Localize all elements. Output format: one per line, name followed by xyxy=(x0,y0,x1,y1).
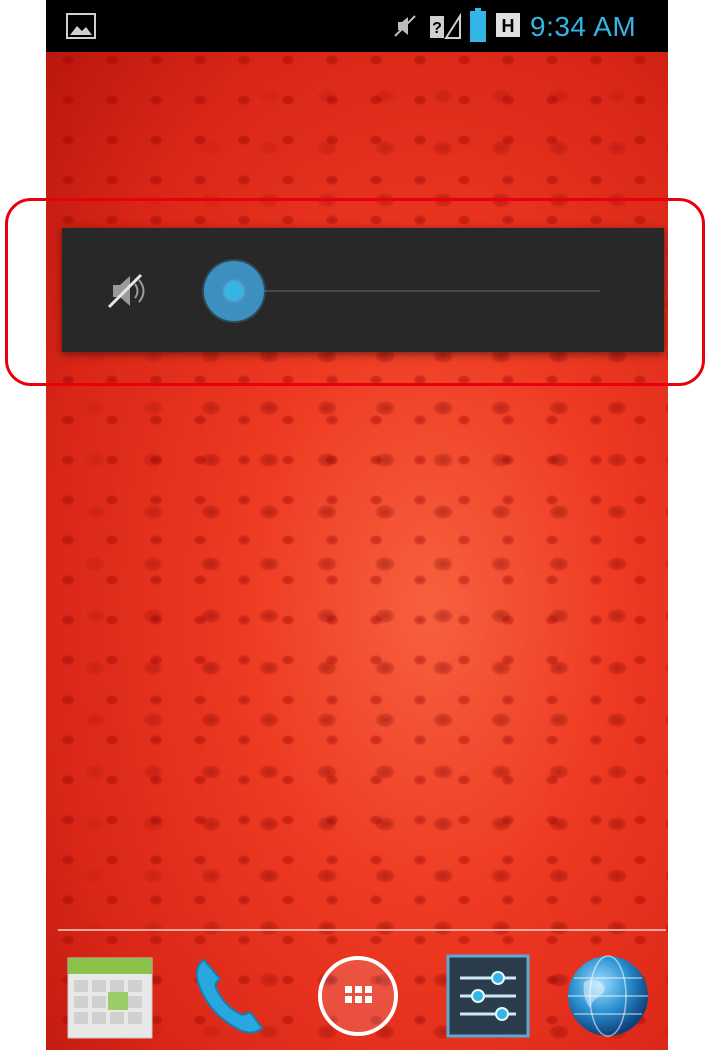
battery-icon xyxy=(470,8,486,42)
clock: 9:34 AM xyxy=(530,11,637,42)
mute-icon xyxy=(394,15,416,37)
volume-slider-thumb-center xyxy=(225,282,243,300)
calendar-icon[interactable] xyxy=(66,952,154,1040)
dock-divider xyxy=(58,929,666,931)
volume-slider-thumb[interactable] xyxy=(204,261,264,321)
status-bar[interactable]: ? H 9:34 AM xyxy=(46,0,668,52)
speaker-mute-icon[interactable] xyxy=(105,271,147,311)
settings-icon[interactable] xyxy=(444,952,532,1040)
app-drawer-icon[interactable] xyxy=(314,952,402,1040)
volume-slider-track[interactable] xyxy=(234,290,600,292)
svg-text:H: H xyxy=(502,16,515,36)
browser-icon[interactable] xyxy=(564,952,652,1040)
volume-panel xyxy=(62,228,664,352)
no-sim-signal-icon: ? xyxy=(430,12,461,39)
gallery-icon xyxy=(66,13,96,39)
svg-text:?: ? xyxy=(432,20,442,37)
phone-icon[interactable] xyxy=(186,952,274,1040)
wallpaper-logo-pattern xyxy=(46,0,668,1050)
home-screen: ? H 9:34 AM xyxy=(46,0,668,1050)
h-network-icon: H xyxy=(496,13,520,37)
